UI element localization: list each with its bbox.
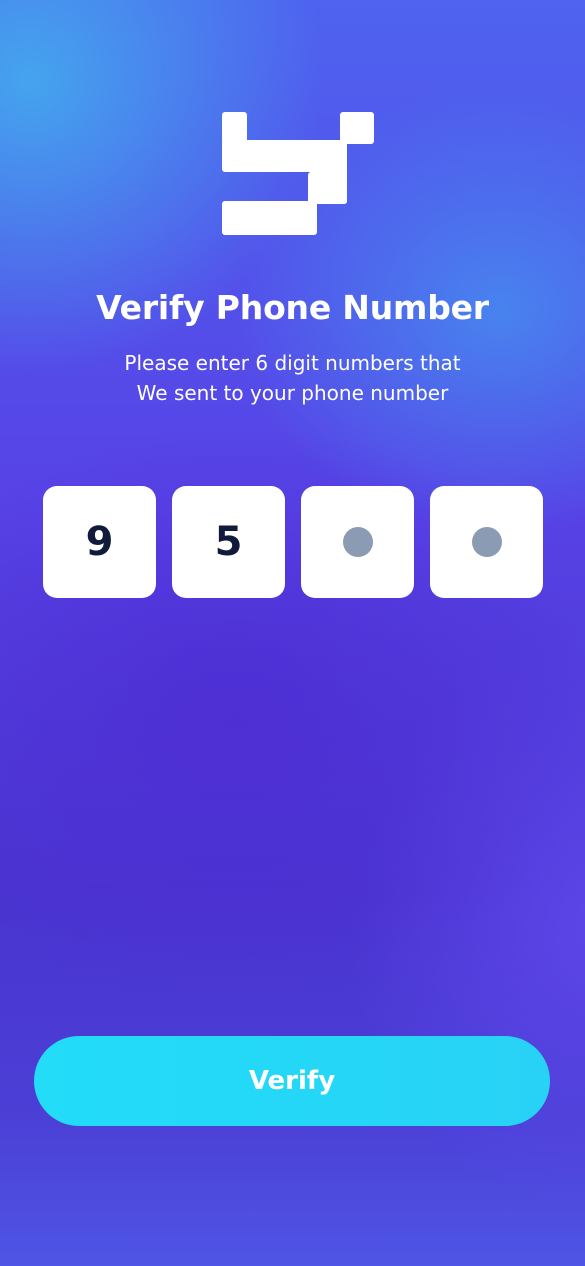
- otp-placeholder-dot: [342, 527, 373, 557]
- otp-input-group: 9 5: [43, 486, 543, 598]
- otp-digit-box-3[interactable]: [301, 486, 414, 598]
- subtitle-line-1: Please enter 6 digit numbers that: [124, 351, 461, 375]
- page-title: Verify Phone Number: [96, 288, 489, 327]
- otp-placeholder-dot: [471, 527, 502, 557]
- otp-digit-box-4[interactable]: [430, 486, 543, 598]
- verify-phone-screen: Verify Phone Number Please enter 6 digit…: [0, 0, 585, 1266]
- otp-digit-1: 9: [85, 519, 114, 565]
- page-subtitle: Please enter 6 digit numbers that We sen…: [60, 348, 525, 408]
- otp-digit-box-1[interactable]: 9: [43, 486, 156, 598]
- verify-button[interactable]: Verify: [34, 1036, 550, 1126]
- otp-digit-2: 5: [214, 519, 243, 565]
- subtitle-line-2: We sent to your phone number: [136, 381, 449, 405]
- app-logo-icon: [222, 112, 374, 235]
- otp-digit-box-2[interactable]: 5: [172, 486, 285, 598]
